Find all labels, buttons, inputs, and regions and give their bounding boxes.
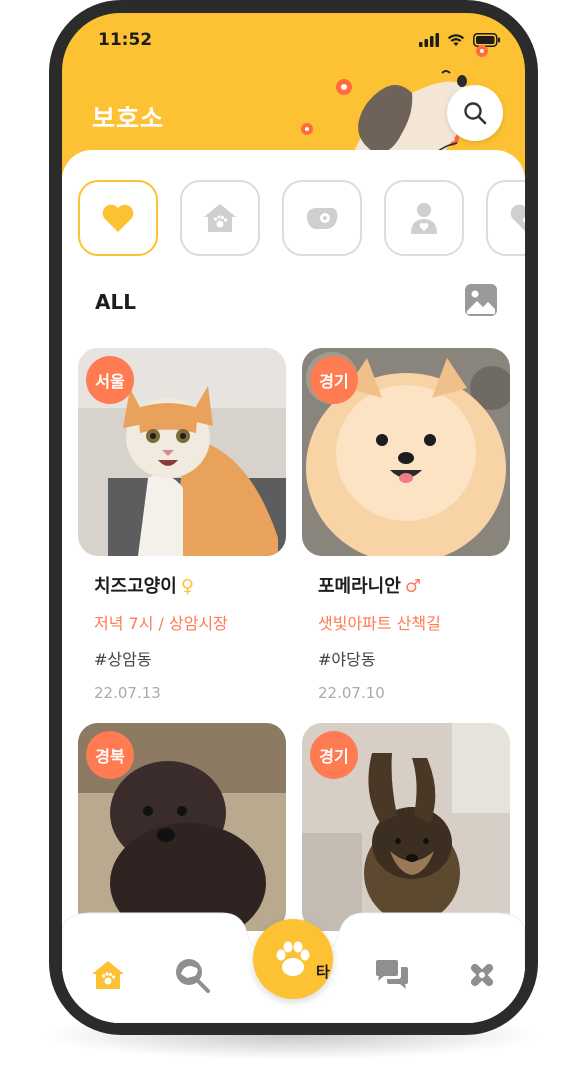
post-title: 포메라니안 ♂	[318, 572, 510, 598]
category-favorites[interactable]	[78, 180, 158, 256]
tab-chat[interactable]	[372, 955, 412, 995]
female-icon: ♀	[180, 576, 194, 597]
post-photo[interactable]: 경북	[78, 723, 286, 931]
region-badge: 서울	[86, 356, 134, 404]
region-badge: 경북	[86, 731, 134, 779]
home-icon	[92, 961, 124, 989]
region-badge: 경기	[310, 356, 358, 404]
paw-icon	[276, 941, 310, 976]
category-shelter[interactable]	[180, 180, 260, 256]
region-badge: 경기	[310, 731, 358, 779]
pet-name: 치즈고양이	[94, 576, 177, 597]
post-date: 22.07.13	[94, 684, 161, 702]
post-location: 샛빛아파트 산책길	[318, 614, 441, 633]
status-time: 11:52	[98, 30, 153, 50]
search-icon	[464, 102, 487, 125]
gallery-view-button[interactable]	[464, 283, 498, 317]
paw-fab-button[interactable]	[253, 919, 333, 999]
category-list	[78, 180, 525, 256]
post-title: 치즈고양이 ♀	[94, 572, 286, 598]
phone-screen: 11:52 보호소 ALL 서울 치즈고양이 ♀ 저녁 7시 / 상암시장 #상…	[62, 13, 525, 1023]
category-dog-tag[interactable]	[282, 180, 362, 256]
person-heart-icon	[411, 203, 437, 234]
heart-icon	[102, 204, 134, 232]
filter-label: ALL	[95, 290, 136, 314]
app-stage: 11:52 보호소 ALL 서울 치즈고양이 ♀ 저녁 7시 / 상암시장 #상…	[0, 0, 583, 1081]
male-icon: ♂	[404, 576, 421, 597]
post-photo[interactable]: 경기	[302, 723, 510, 931]
post-tag[interactable]: #상암동	[94, 646, 286, 670]
category-volunteer[interactable]	[384, 180, 464, 256]
post-location: 저녁 7시 / 상암시장	[94, 614, 228, 633]
post-card[interactable]: 경기	[302, 723, 510, 931]
search-button[interactable]	[447, 85, 503, 141]
search-dog-icon	[176, 959, 210, 993]
post-card[interactable]: 경북	[78, 723, 286, 931]
bottom-tab-bar: 타	[62, 911, 525, 1023]
post-photo[interactable]: 서울	[78, 348, 286, 556]
tab-home[interactable]	[88, 955, 128, 995]
dog-tag-icon	[307, 207, 338, 229]
pet-name: 포메라니안	[318, 576, 401, 597]
medical-icon	[470, 963, 494, 987]
tab-search-pet[interactable]	[172, 955, 212, 995]
post-card[interactable]: 경기 포메라니안 ♂ 샛빛아파트 산책길 #야당동 22.07.10	[302, 348, 510, 702]
shelter-house-icon	[204, 204, 236, 232]
page-title: 보호소	[92, 104, 165, 133]
chat-icon	[376, 960, 408, 989]
category-adoption[interactable]	[486, 180, 525, 256]
post-photo[interactable]: 경기	[302, 348, 510, 556]
fab-label-fragment: 타	[316, 963, 330, 981]
content-panel: ALL 서울 치즈고양이 ♀ 저녁 7시 / 상암시장 #상암동 22.07.1…	[62, 150, 525, 1023]
post-card[interactable]: 서울 치즈고양이 ♀ 저녁 7시 / 상암시장 #상암동 22.07.13	[78, 348, 286, 702]
post-tag[interactable]: #야당동	[318, 646, 510, 670]
tab-medical[interactable]	[462, 955, 502, 995]
heart-paw-icon	[510, 204, 525, 231]
post-date: 22.07.10	[318, 684, 385, 702]
